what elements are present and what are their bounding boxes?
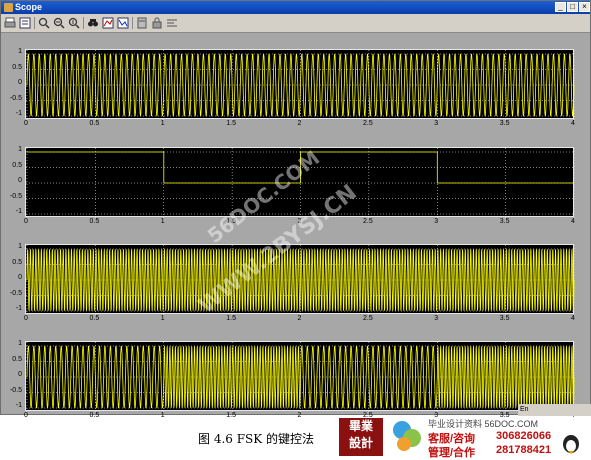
y-tick-label: -0.5 — [9, 192, 22, 200]
y-tick-label: 0.5 — [12, 258, 22, 266]
contact-service-qq: 306826066 — [496, 430, 552, 442]
x-tick-label: 1 — [160, 412, 165, 419]
y-tick-label: 1 — [18, 48, 22, 55]
x-tick-label: 0 — [24, 315, 28, 322]
y-tick-label: 0 — [18, 177, 22, 184]
x-tick-label: 3.5 — [499, 218, 510, 225]
language-indicator[interactable]: En — [520, 406, 529, 413]
x-tick-label: 1 — [160, 315, 165, 322]
scope-toolbar — [1, 14, 590, 33]
site-title: 毕业设计资料 56DOC.COM — [428, 419, 539, 429]
y-tick-label: 1 — [18, 146, 22, 153]
minimize-button[interactable]: _ — [555, 2, 566, 12]
language-bar[interactable]: En — [518, 404, 591, 416]
x-tick-label: 0.5 — [89, 315, 100, 322]
parameters-icon[interactable] — [18, 16, 32, 30]
zoom-y-icon[interactable] — [67, 16, 81, 30]
x-tick-label: 4 — [571, 315, 575, 322]
scope-axes-3[interactable] — [25, 244, 575, 315]
title-bar[interactable]: Scope _ □ × — [1, 1, 590, 14]
scope-axes-2[interactable] — [25, 147, 575, 218]
x-tick-label: 0.5 — [89, 412, 100, 419]
y-tick-label: 0.5 — [12, 63, 22, 71]
y-tick-label: -1 — [15, 208, 22, 215]
x-tick-label: 2.5 — [363, 120, 373, 127]
scope-plot-4 — [26, 342, 575, 412]
scope-plot-2 — [26, 148, 575, 218]
restore-axes-icon[interactable] — [116, 16, 130, 30]
qq-chat-icon — [393, 421, 421, 451]
x-tick-label: 2.5 — [363, 315, 373, 322]
y-tick-label: 0.5 — [12, 161, 22, 169]
signal-trace — [26, 249, 575, 311]
x-tick-label: 4 — [571, 218, 575, 225]
x-tick-label: 1 — [160, 218, 165, 225]
y-tick-label: -0.5 — [9, 386, 22, 394]
signal-trace — [26, 345, 575, 409]
y-tick-label: 0 — [18, 371, 22, 378]
site-contact-block: 毕业设计资料 56DOC.COM 客服/咨询 306826066 管理/合作 2… — [390, 416, 590, 459]
scope-axes-1[interactable] — [25, 49, 575, 120]
figure-caption: 图 4.6 FSK 的键控法 — [198, 432, 315, 446]
floating-scope-icon[interactable] — [135, 16, 149, 30]
scope-app-icon — [4, 3, 13, 12]
y-tick-label: -1 — [15, 402, 22, 409]
print-icon[interactable] — [3, 16, 17, 30]
x-tick-label: 0 — [24, 412, 28, 419]
maximize-button[interactable]: □ — [567, 2, 578, 12]
save-axes-icon[interactable] — [101, 16, 115, 30]
x-tick-label: 1.5 — [226, 412, 236, 419]
x-tick-label: 3 — [434, 315, 439, 322]
scope-axes-4[interactable] — [25, 341, 575, 412]
x-tick-label: 3.5 — [499, 315, 510, 322]
zoom-x-icon[interactable] — [52, 16, 66, 30]
scope-plot-3 — [26, 245, 575, 315]
y-tick-label: -1 — [15, 305, 22, 312]
y-tick-label: 1 — [18, 340, 22, 347]
x-tick-label: 0.5 — [89, 218, 100, 225]
x-tick-label: 2 — [297, 315, 302, 322]
x-tick-label: 3 — [434, 120, 439, 127]
x-tick-label: 2 — [297, 120, 302, 127]
y-tick-label: -0.5 — [9, 94, 22, 102]
x-tick-label: 1.5 — [226, 120, 236, 127]
x-tick-label: 1.5 — [226, 315, 236, 322]
y-tick-label: 0.5 — [12, 355, 22, 363]
lock-axes-icon[interactable] — [150, 16, 164, 30]
contact-admin-qq: 281788421 — [496, 444, 552, 456]
signal-selector-icon[interactable] — [165, 16, 179, 30]
x-tick-label: 1 — [160, 120, 165, 127]
autoscale-icon[interactable] — [86, 16, 100, 30]
y-tick-label: -0.5 — [9, 289, 22, 297]
x-tick-label: 2 — [297, 218, 302, 225]
scope-window: Scope _ □ × 0 0.5 1 1.5 2 2.5 3 3.5 4 1 … — [0, 0, 591, 419]
penguin-icon — [563, 435, 579, 454]
window-title: Scope — [15, 2, 43, 12]
y-tick-label: 0 — [18, 79, 22, 86]
x-tick-label: 3.5 — [499, 120, 510, 127]
contact-admin-label: 管理/合作 — [428, 447, 476, 459]
x-tick-label: 1.5 — [226, 218, 236, 225]
x-tick-label: 3 — [434, 218, 439, 225]
biye-sheji-logo: 畢業 設計 — [339, 418, 383, 456]
close-button[interactable]: × — [579, 2, 590, 12]
x-tick-label: 0 — [24, 218, 28, 225]
y-tick-label: 0 — [18, 274, 22, 281]
zoom-icon[interactable] — [37, 16, 51, 30]
x-tick-label: 4 — [571, 120, 575, 127]
y-tick-label: -1 — [15, 110, 22, 117]
x-tick-label: 2.5 — [363, 218, 373, 225]
scope-plot-1 — [26, 50, 575, 120]
x-tick-label: 0.5 — [89, 120, 100, 127]
x-tick-label: 0 — [24, 120, 28, 127]
signal-trace — [26, 53, 575, 117]
y-tick-label: 1 — [18, 243, 22, 250]
x-tick-label: 2 — [297, 412, 302, 419]
